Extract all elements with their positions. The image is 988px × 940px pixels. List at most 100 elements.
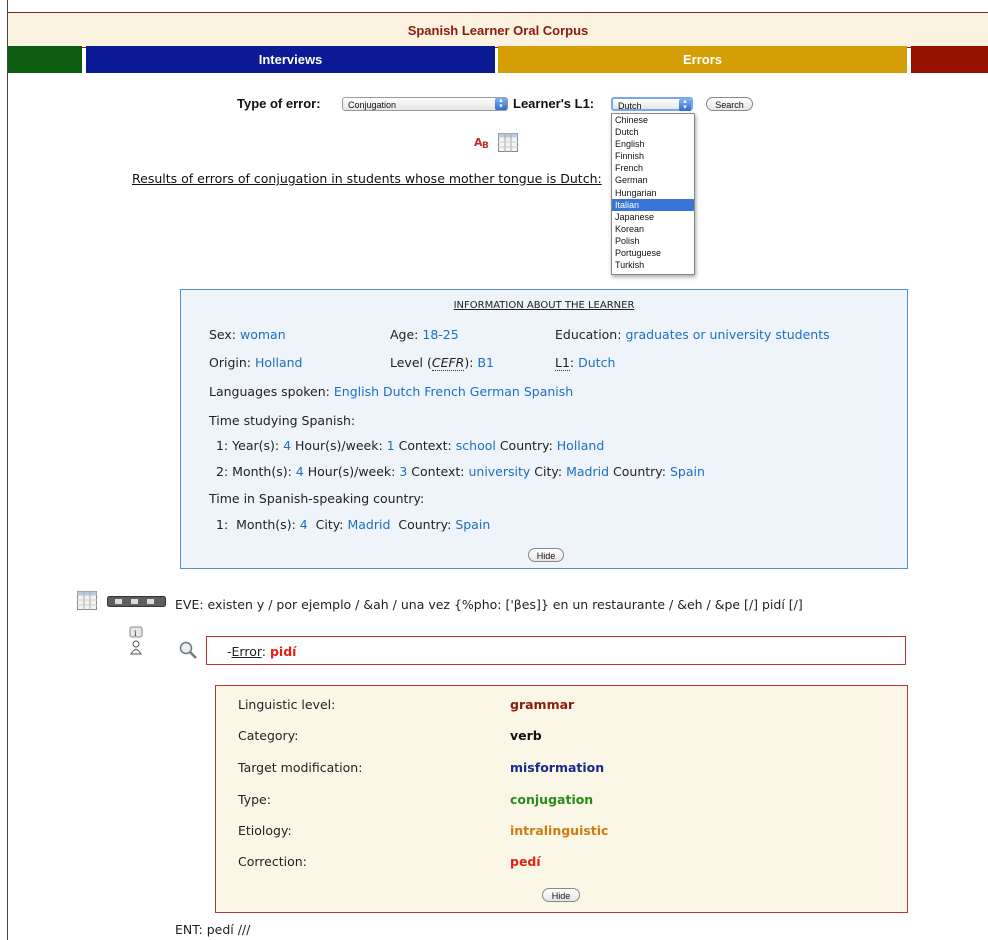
country-value[interactable]: Holland [557,438,605,453]
error-type-select-value: Conjugation [348,100,397,110]
education-field: Education: graduates or university stude… [555,327,830,342]
l1-option[interactable]: Turkish [612,259,694,271]
l1-colon: : [569,355,575,370]
level-label: Level ( [390,355,432,370]
detail-label: Correction: [238,854,307,869]
education-value[interactable]: graduates or university students [625,327,829,342]
hide-learner-info-button[interactable]: Hide [528,548,564,562]
country-value[interactable]: Spain [670,464,705,479]
nav-tab-interviews-label: Interviews [258,52,323,67]
age-value[interactable]: 18-25 [422,327,458,342]
magnifier-icon[interactable] [179,641,197,659]
learner-info-heading: INFORMATION ABOUT THE LEARNER [453,300,635,311]
origin-field: Origin: Holland [209,355,303,370]
hours-value[interactable]: 1 [387,438,395,453]
context-label: Context: [398,438,452,453]
table-icon[interactable] [498,133,518,152]
hide-error-detail-button[interactable]: Hide [542,888,580,902]
level-field: Level (CEFR): B1 [390,355,494,371]
l1-option[interactable]: Korean [612,223,694,235]
city-value[interactable]: Madrid [347,517,390,532]
detail-label: Etiology: [238,823,292,838]
site-title: Spanish Learner Oral Corpus [407,23,589,38]
language-link[interactable]: German [470,384,520,399]
nav-red-block [911,46,988,73]
hours-value[interactable]: 3 [399,464,407,479]
l1-value[interactable]: Dutch [578,355,615,370]
stay-row-number: 1: [216,517,229,532]
time-country-heading: Time in Spanish-speaking country: [209,491,425,506]
language-link[interactable]: Dutch [383,384,420,399]
spellcheck-icon[interactable]: AB [474,134,494,151]
l1-option[interactable]: Dutch [612,126,694,138]
stay-amount[interactable]: 4 [300,517,308,532]
results-heading: Results of errors of conjugation in stud… [132,171,602,186]
error-label-link[interactable]: Error [232,644,262,659]
hours-label: Hour(s)/week: [295,438,383,453]
language-link[interactable]: French [424,384,466,399]
language-link[interactable]: Spanish [524,384,573,399]
l1-option[interactable]: Hungarian [612,187,694,199]
error-word: pidí [269,644,297,659]
learner-l1-dropdown[interactable]: Chinese Dutch English Finnish French Ger… [611,113,695,275]
linguistic-level-value: grammar [510,697,575,712]
learner-l1-select[interactable]: Dutch ▴ ▾ [611,97,693,111]
error-summary: -Error: pidí [227,644,296,659]
select-arrows-icon: ▴ ▾ [679,98,691,111]
study-amount[interactable]: 4 [283,438,291,453]
origin-value[interactable]: Holland [255,355,303,370]
audio-player-icon[interactable] [107,596,166,607]
languages-label: Languages spoken: [209,384,330,399]
search-button[interactable]: Search [706,97,753,111]
detail-label: Target modification: [238,760,363,775]
nav-tab-errors-label: Errors [682,52,723,67]
learner-info-panel: INFORMATION ABOUT THE LEARNER Sex: woman… [180,289,908,569]
l1-option[interactable]: Portuguese [612,247,694,259]
nav-tab-interviews[interactable]: Interviews [86,46,495,73]
city-value[interactable]: Madrid [566,464,609,479]
nav-tab-errors[interactable]: Errors [498,46,907,73]
detail-label: Type: [238,792,271,807]
l1-field: L1: Dutch [555,355,615,371]
sex-value[interactable]: woman [240,327,286,342]
context-value[interactable]: university [468,464,530,479]
l1-option-highlighted[interactable]: Italian [612,198,694,211]
transcript-eve-line: EVE: existen y / por ejemplo / &ah / una… [175,597,803,612]
svg-text:i: i [134,629,137,638]
l1-option[interactable]: German [612,174,694,186]
page-left-border [7,0,8,940]
info-user-icon[interactable]: i [129,626,143,656]
l1-abbr: L1 [555,355,570,371]
l1-option[interactable]: Polish [612,235,694,247]
study-row-2: 2: Month(s): 4 Hour(s)/week: 3 Context: … [216,464,705,479]
error-type-select[interactable]: Conjugation ▴ ▾ [342,97,508,111]
correction-value: pedí [510,854,541,869]
study-row-number: 2: [216,464,229,479]
l1-option[interactable]: French [612,162,694,174]
study-row-number: 1: [216,438,229,453]
table-icon[interactable] [77,591,97,610]
transcript-ent-line: ENT: pedí /// [175,922,251,937]
l1-option[interactable]: Chinese [612,114,694,126]
sex-field: Sex: woman [209,327,286,342]
error-type-label: Type of error: [237,96,321,111]
level-value[interactable]: B1 [477,355,494,370]
time-studying-heading: Time studying Spanish: [209,413,356,428]
study-amount[interactable]: 4 [296,464,304,479]
l1-option[interactable]: English [612,138,694,150]
language-link[interactable]: English [334,384,379,399]
origin-label: Origin: [209,355,251,370]
country-value[interactable]: Spain [455,517,490,532]
stay-unit-label: Month(s): [236,517,296,532]
learner-l1-label: Learner's L1: [513,96,595,111]
l1-option[interactable]: Finnish [612,150,694,162]
context-value[interactable]: school [456,438,496,453]
context-label: Context: [411,464,465,479]
city-label: City: [315,517,344,532]
sex-label: Sex: [209,327,237,342]
error-colon: : [261,644,266,659]
age-label: Age: [390,327,419,342]
error-detail-panel: Linguistic level: grammar Category: verb… [215,685,908,913]
l1-option[interactable]: Japanese [612,211,694,223]
learner-l1-select-value: Dutch [618,101,642,111]
